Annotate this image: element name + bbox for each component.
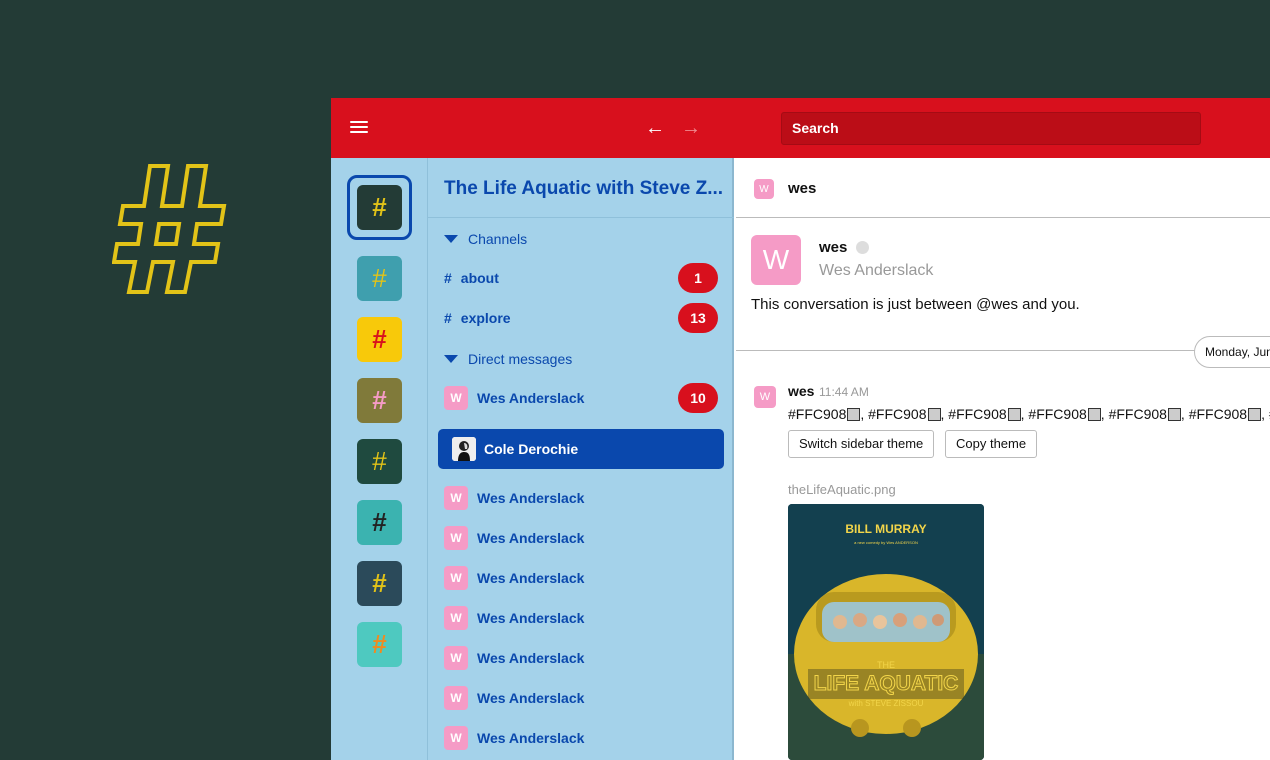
workspace-3-hash-icon[interactable]: # — [357, 317, 402, 362]
workspace-4-hash-icon[interactable]: # — [357, 378, 402, 423]
search-input[interactable]: Search — [781, 112, 1201, 145]
date-divider-line — [736, 350, 1270, 351]
dm-header: Direct messages — [468, 351, 573, 367]
dm-item[interactable]: W Wes Anderslack — [444, 686, 718, 710]
hash-icon: # — [444, 270, 452, 286]
dm-name: Wes Anderslack — [477, 690, 585, 706]
workspace-6-hash-icon[interactable]: # — [357, 500, 402, 545]
poster-byline: a new comedy by Wes ANDERSON — [854, 540, 918, 545]
color-token: #FFC908 — [788, 406, 847, 422]
color-token: #FFC908 — [948, 406, 1007, 422]
hash-icon: # — [444, 310, 452, 326]
poster-top: BILL MURRAY — [845, 522, 926, 536]
attachment-image[interactable]: BILL MURRAY a new comedy by Wes ANDERSON… — [788, 504, 984, 760]
avatar: W — [751, 235, 801, 285]
color-swatch — [847, 408, 861, 421]
conversation-title[interactable]: wes — [788, 180, 816, 197]
avatar: W — [444, 386, 468, 410]
channel-name: about — [460, 270, 499, 286]
channels-section-toggle[interactable]: Channels — [444, 231, 527, 247]
channel-about[interactable]: # about 1 — [444, 263, 718, 293]
avatar — [452, 437, 476, 461]
dm-section-toggle[interactable]: Direct messages — [444, 351, 572, 367]
poster-title-small: THE — [877, 660, 895, 670]
avatar: W — [444, 686, 468, 710]
color-token: #FFC908 — [1108, 406, 1167, 422]
avatar: W — [444, 526, 468, 550]
unread-badge: 13 — [678, 303, 718, 333]
date-divider: Monday, June — [1194, 336, 1270, 368]
dm-name: Wes Anderslack — [477, 610, 585, 626]
workspace-7-hash-icon[interactable]: # — [357, 561, 402, 606]
dm-item[interactable]: W Wes Anderslack — [444, 486, 718, 510]
avatar: W — [444, 726, 468, 750]
workspace-2-hash-icon[interactable]: # — [357, 256, 402, 301]
message-timestamp: 11:44 AM — [819, 385, 869, 399]
top-bar: ← → Search — [331, 98, 1270, 158]
avatar: W — [444, 486, 468, 510]
workspace-1-hash-icon[interactable]: # — [357, 185, 402, 230]
arrow-right-icon[interactable]: → — [681, 116, 701, 140]
color-swatch — [1167, 408, 1181, 421]
dm-item-active[interactable]: Cole Derochie — [438, 429, 724, 469]
unread-badge: 10 — [678, 383, 718, 413]
intro-full-name: Wes Anderslack — [819, 262, 934, 279]
attachment-filename[interactable]: theLifeAquatic.png — [788, 482, 896, 497]
team-name[interactable]: The Life Aquatic with Steve Z... — [444, 178, 724, 200]
divider — [428, 217, 734, 218]
app-window: ← → Search # # # # # # # # The Life Aqua… — [331, 98, 1270, 760]
dm-item[interactable]: W Wes Anderslack — [444, 566, 718, 590]
color-swatch — [1087, 408, 1101, 421]
dm-item[interactable]: W Wes Anderslack — [444, 606, 718, 630]
avatar: W — [444, 606, 468, 630]
color-swatch — [1248, 408, 1262, 421]
workspace-rail: # # # # # # # # — [331, 158, 428, 760]
dm-name: Cole Derochie — [484, 441, 579, 457]
color-token: #FFC908 — [1188, 406, 1248, 422]
dm-item[interactable]: W Wes Anderslack — [444, 526, 718, 550]
intro-username[interactable]: wes — [819, 239, 847, 256]
avatar: W — [444, 646, 468, 670]
caret-down-icon — [444, 355, 458, 363]
copy-theme-button[interactable]: Copy theme — [945, 430, 1038, 458]
dm-name: Wes Anderslack — [477, 730, 585, 746]
avatar: W — [444, 566, 468, 590]
dm-name: Wes Anderslack — [477, 390, 585, 406]
message-author[interactable]: wes — [788, 383, 814, 399]
channels-header: Channels — [468, 231, 528, 247]
switch-sidebar-theme-button[interactable]: Switch sidebar theme — [788, 430, 935, 458]
workspace-5-hash-icon[interactable]: # — [357, 439, 402, 484]
avatar[interactable]: W — [754, 386, 776, 408]
color-swatch — [927, 408, 941, 421]
conversation-pane: W wes W wes Wes Anderslack This conversa… — [736, 158, 1270, 760]
intro-text: This conversation is just between @wes a… — [751, 296, 1080, 313]
presence-indicator — [856, 241, 869, 254]
dm-item[interactable]: W Wes Anderslack — [444, 726, 718, 750]
hash-logo-icon — [112, 164, 227, 294]
color-token: #FFC908 — [1028, 406, 1087, 422]
workspace-8-hash-icon[interactable]: # — [357, 622, 402, 667]
color-swatch — [1007, 408, 1021, 421]
dm-name: Wes Anderslack — [477, 530, 585, 546]
message-text: #FFC908, #FFC908, #FFC908, #FFC908, #FFC… — [788, 406, 1270, 422]
dm-name: Wes Anderslack — [477, 650, 585, 666]
caret-down-icon — [444, 235, 458, 243]
poster-subtitle: with STEVE ZISSOU — [848, 699, 924, 708]
conversation-header: W wes — [736, 158, 1270, 218]
unread-badge: 1 — [678, 263, 718, 293]
arrow-left-icon[interactable]: ← — [645, 116, 665, 140]
hamburger-icon[interactable] — [350, 121, 368, 135]
avatar: W — [754, 179, 774, 199]
dm-item[interactable]: W Wes Anderslack 10 — [444, 383, 718, 413]
poster-title: LIFE AQUATIC — [814, 672, 959, 695]
channel-explore[interactable]: # explore 13 — [444, 303, 718, 333]
color-token: #FFC908 — [868, 406, 927, 422]
dm-name: Wes Anderslack — [477, 570, 585, 586]
channel-sidebar: The Life Aquatic with Steve Z... Channel… — [428, 158, 734, 760]
dm-item[interactable]: W Wes Anderslack — [444, 646, 718, 670]
channel-name: explore — [460, 310, 511, 326]
poster-artwork: BILL MURRAY a new comedy by Wes ANDERSON… — [788, 504, 984, 760]
dm-name: Wes Anderslack — [477, 490, 585, 506]
